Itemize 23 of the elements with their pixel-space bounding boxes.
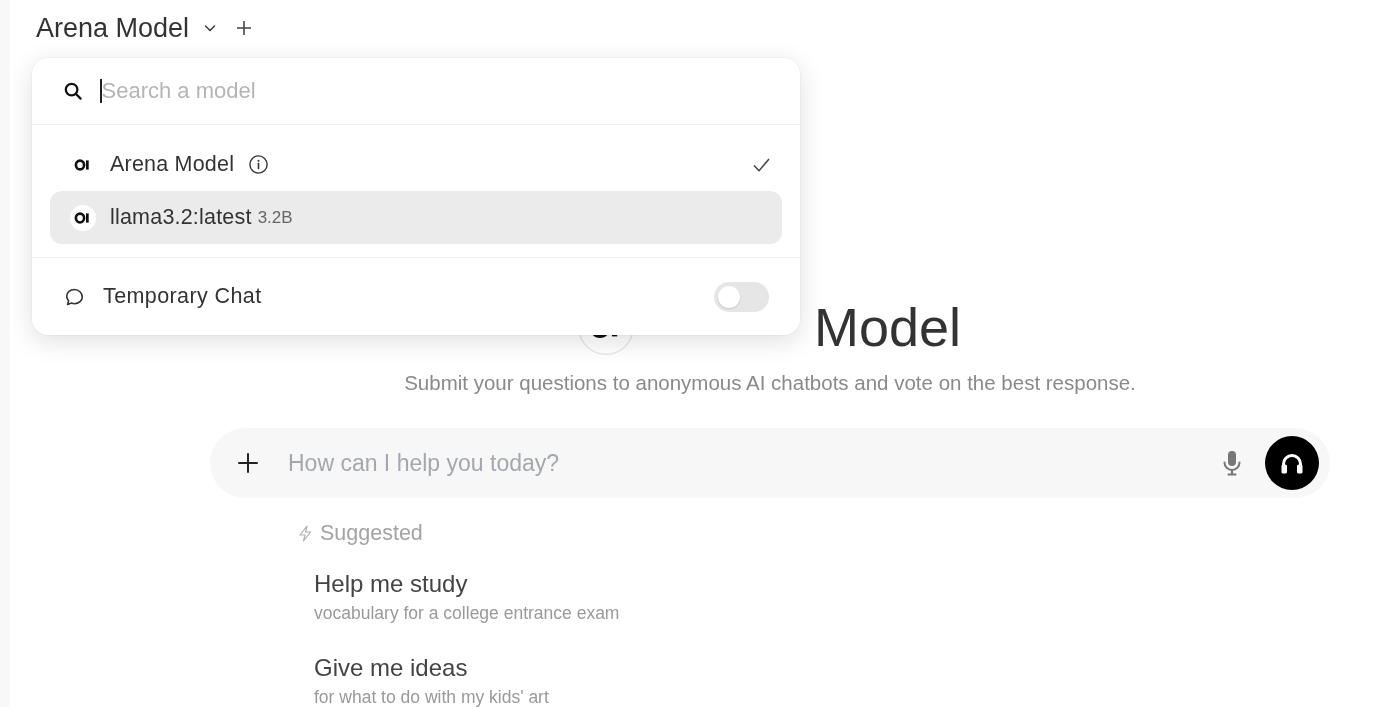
suggested-heading: Suggested [320, 521, 423, 545]
model-option[interactable]: llama3.2:latest 3.2B [50, 191, 782, 244]
temporary-chat-toggle[interactable] [714, 281, 769, 312]
hero-title: Model [814, 297, 962, 357]
model-selector[interactable]: Arena Model [36, 12, 218, 44]
search-icon [64, 82, 82, 100]
lightning-icon [298, 524, 312, 542]
suggestion-prompt[interactable]: Help me study vocabulary for a college entrance exam [314, 570, 620, 623]
model-logo-icon [70, 204, 96, 231]
model-name: llama3.2:latest [110, 205, 252, 230]
message-input[interactable]: How can I help you today? [288, 447, 1220, 479]
model-option[interactable]: Arena Model [50, 138, 782, 191]
message-composer[interactable]: How can I help you today? [210, 428, 1330, 498]
chat-bubble-icon [65, 287, 84, 306]
search-field[interactable]: Search a model [101, 76, 800, 106]
info-icon[interactable] [249, 155, 269, 174]
hero-subtitle: Submit your questions to anonymous AI chatbots and vote on the best response. [403, 371, 1137, 395]
plus-icon[interactable] [238, 453, 258, 473]
suggestion-prompt[interactable]: Give me ideas for what to do with my kids' art [314, 654, 549, 707]
model-size: 3.2B [257, 207, 293, 228]
temporary-chat-label: Temporary Chat [103, 284, 262, 309]
model-name: Arena Model [110, 152, 235, 177]
headphones-icon[interactable] [1265, 436, 1319, 490]
